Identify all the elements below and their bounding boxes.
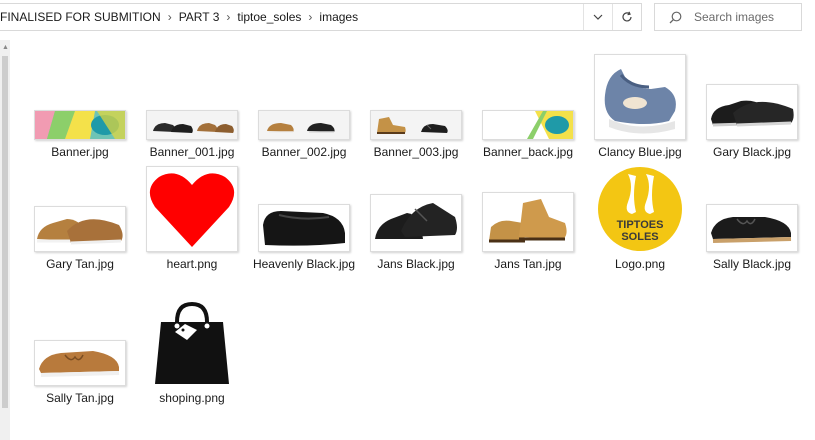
file-item[interactable]: Jans Tan.jpg (474, 166, 582, 271)
file-item[interactable]: Clancy Blue.jpg (586, 54, 694, 159)
file-name: Banner.jpg (51, 145, 109, 159)
file-item[interactable]: Gary Black.jpg (698, 54, 806, 159)
file-thumbnail (482, 110, 574, 140)
breadcrumb-item-images[interactable]: images (315, 10, 362, 24)
file-thumbnail (146, 110, 238, 140)
chevron-down-icon[interactable] (583, 4, 612, 30)
logo-thumbnail: TIPTOES SOLES (594, 166, 686, 252)
breadcrumb-item-finalised[interactable]: FINALISED FOR SUBMITION (0, 10, 165, 24)
file-item[interactable]: heart.png (138, 166, 246, 271)
file-name: heart.png (166, 257, 218, 271)
vertical-scrollbar[interactable]: ▲ (0, 40, 10, 440)
file-name: Gary Tan.jpg (46, 257, 114, 271)
file-name: Heavenly Black.jpg (252, 257, 356, 271)
file-thumbnail (370, 194, 462, 252)
file-thumbnail (370, 110, 462, 140)
file-name: Banner_001.jpg (149, 145, 235, 159)
file-item[interactable]: Gary Tan.jpg (26, 166, 134, 271)
file-item[interactable]: Banner_001.jpg (138, 54, 246, 159)
file-name: Jans Black.jpg (377, 257, 455, 271)
file-thumbnail (34, 206, 126, 252)
file-name: Gary Black.jpg (712, 145, 792, 159)
breadcrumb-separator-icon[interactable]: › (223, 10, 233, 24)
logo-text-line1: TIPTOES (617, 219, 664, 231)
file-name: Jans Tan.jpg (494, 257, 562, 271)
breadcrumb-item-tiptoe-soles[interactable]: tiptoe_soles (233, 10, 305, 24)
logo-text-line2: SOLES (621, 231, 658, 243)
file-item[interactable]: Banner_002.jpg (250, 54, 358, 159)
refresh-icon[interactable] (612, 4, 641, 30)
address-bar[interactable]: FINALISED FOR SUBMITION › PART 3 › tipto… (0, 3, 642, 31)
search-input[interactable]: Search images (654, 3, 802, 31)
file-name: Banner_003.jpg (373, 145, 459, 159)
search-placeholder: Search images (694, 10, 775, 24)
file-name: Sally Black.jpg (712, 257, 792, 271)
scrollbar-thumb[interactable] (2, 56, 8, 408)
search-icon (669, 11, 682, 23)
file-name: shoping.png (159, 391, 225, 405)
file-thumbnail (482, 192, 574, 252)
breadcrumb: FINALISED FOR SUBMITION › PART 3 › tipto… (0, 10, 583, 24)
file-thumbnail (34, 340, 126, 386)
file-name: Sally Tan.jpg (46, 391, 114, 405)
scroll-up-icon[interactable]: ▲ (2, 44, 9, 51)
file-item[interactable]: Sally Tan.jpg (26, 300, 134, 405)
breadcrumb-separator-icon[interactable]: › (305, 10, 315, 24)
breadcrumb-item-part3[interactable]: PART 3 (175, 10, 224, 24)
file-item[interactable]: Sally Black.jpg (698, 166, 806, 271)
file-item[interactable]: Heavenly Black.jpg (250, 166, 358, 271)
file-item[interactable]: shoping.png (138, 300, 246, 405)
shopping-bag-icon (153, 300, 231, 386)
file-thumbnail (706, 204, 798, 252)
file-name: Clancy Blue.jpg (598, 145, 682, 159)
file-thumbnail (146, 166, 238, 252)
file-name: Logo.png (614, 257, 666, 271)
file-thumbnail (594, 54, 686, 140)
file-thumbnail (34, 110, 126, 140)
file-item[interactable]: Banner_back.jpg (474, 54, 582, 159)
file-thumbnail (258, 110, 350, 140)
file-item[interactable]: Banner.jpg (26, 54, 134, 159)
file-thumbnail (258, 204, 350, 252)
file-name: Banner_002.jpg (261, 145, 347, 159)
file-item[interactable]: Banner_003.jpg (362, 54, 470, 159)
file-item[interactable]: Jans Black.jpg (362, 166, 470, 271)
file-item[interactable]: TIPTOES SOLES Logo.png (586, 166, 694, 271)
file-thumbnail (706, 84, 798, 140)
breadcrumb-separator-icon[interactable]: › (165, 10, 175, 24)
file-name: Banner_back.jpg (482, 145, 574, 159)
